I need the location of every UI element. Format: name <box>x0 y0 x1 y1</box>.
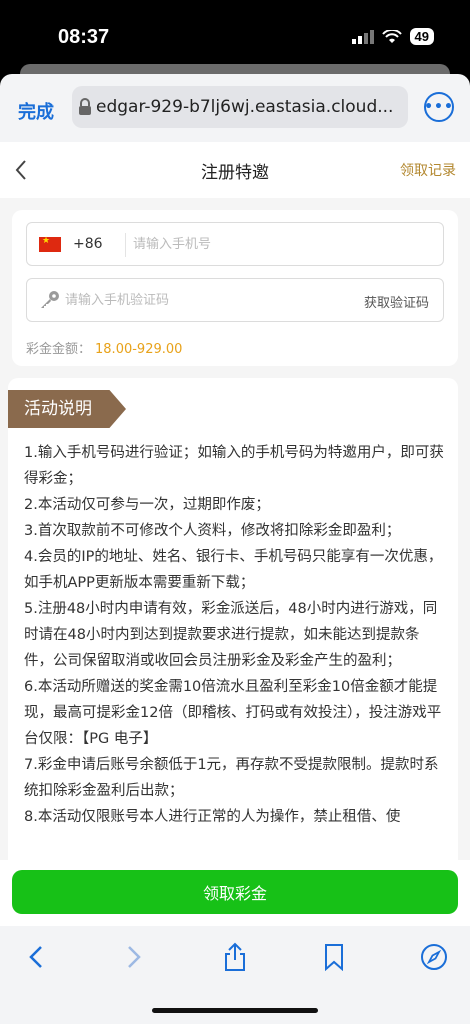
claim-record-link[interactable]: 领取记录 <box>400 160 456 180</box>
activity-description: 活动说明 1.输入手机号码进行验证；如输入的手机号码为特邀用户，即可获得彩金； … <box>8 378 458 926</box>
register-form: ★ +86 获取验证码 彩金金额：18.00-929.00 <box>12 210 458 366</box>
bonus-label: 彩金金额： <box>26 342 92 357</box>
status-bar: 08:37 49 <box>0 0 470 72</box>
more-options-icon[interactable]: ••• <box>424 92 454 122</box>
rules-list: 1.输入手机号码进行验证；如输入的手机号码为特邀用户，即可获得彩金； 2.本活动… <box>24 440 446 830</box>
home-indicator <box>152 1008 318 1013</box>
url-text: edgar-929-b7lj6wj.eastasia.cloud... <box>96 97 394 117</box>
back-icon[interactable] <box>16 940 56 974</box>
rule-item: 8.本活动仅限账号本人进行正常的人为操作，禁止租借、使 <box>24 809 401 825</box>
compass-icon[interactable] <box>414 940 454 974</box>
rule-item: 6.本活动所赠送的奖金需10倍流水且盈利至彩金10倍金额才能提现，最高可提彩金1… <box>24 679 442 747</box>
rule-item: 5.注册48小时内申请有效，彩金派送后，48小时内进行游戏，同时请在48小时内到… <box>24 601 438 669</box>
rule-item: 4.会员的IP的地址、姓名、银行卡、手机号码只能享有一次优惠，如手机APP更新版… <box>24 549 443 591</box>
phone-input[interactable] <box>133 223 433 265</box>
page-nav: 注册特邀 领取记录 <box>0 142 470 198</box>
bonus-amount: 彩金金额： 18.00-929.00 <box>26 338 182 357</box>
claim-bar: 领取彩金 <box>0 860 470 926</box>
browser-bar: 完成 edgar-929-b7lj6wj.eastasia.cloud... •… <box>0 74 470 142</box>
status-indicators: 49 <box>351 28 434 45</box>
share-icon[interactable] <box>215 940 255 974</box>
bonus-value: 18.00-929.00 <box>95 342 183 357</box>
activity-title: 活动说明 <box>8 390 126 428</box>
rule-item: 1.输入手机号码进行验证；如输入的手机号码为特邀用户，即可获得彩金； <box>24 445 444 487</box>
phone-row: ★ +86 <box>26 222 444 266</box>
page-content: 注册特邀 领取记录 ★ +86 获取验证码 彩金金额：18.00-929.00 … <box>0 142 470 926</box>
rule-item: 3.首次取款前不可修改个人资料，修改将扣除彩金即盈利； <box>24 523 401 539</box>
status-time: 08:37 <box>58 26 110 48</box>
lock-icon <box>79 98 91 115</box>
china-flag-icon[interactable]: ★ <box>39 236 61 252</box>
wifi-icon <box>381 29 402 43</box>
divider <box>125 233 126 257</box>
signal-icon <box>351 29 374 44</box>
verification-row: 获取验证码 <box>26 278 444 322</box>
get-code-button[interactable]: 获取验证码 <box>364 292 429 311</box>
battery-indicator: 49 <box>409 28 434 45</box>
url-field[interactable]: edgar-929-b7lj6wj.eastasia.cloud... <box>72 86 408 128</box>
verification-code-input[interactable] <box>65 279 315 321</box>
key-icon <box>41 291 59 308</box>
forward-icon[interactable] <box>114 940 154 974</box>
claim-bonus-button[interactable]: 领取彩金 <box>12 870 458 914</box>
country-code[interactable]: +86 <box>73 236 103 252</box>
rule-item: 2.本活动仅可参与一次，过期即作废； <box>24 497 270 513</box>
rule-item: 7.彩金申请后账号余额低于1元，再存款不受提款限制。提款时系统扣除彩金盈利后出款… <box>24 757 439 799</box>
done-button[interactable]: 完成 <box>18 98 54 124</box>
bookmarks-icon[interactable] <box>314 940 354 974</box>
